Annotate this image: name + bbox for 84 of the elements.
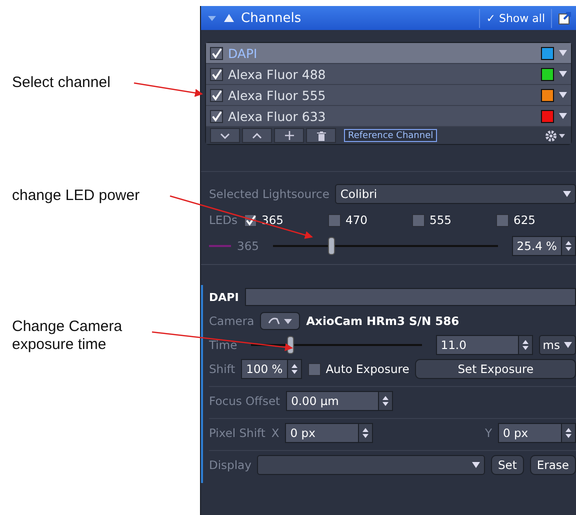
annotation-text: Select channel xyxy=(12,74,110,92)
unit-dropdown[interactable]: ms xyxy=(538,335,576,355)
color-swatch[interactable] xyxy=(541,88,554,102)
set-exposure-button[interactable]: Set Exposure xyxy=(415,359,576,379)
focus-offset-field[interactable]: 0.00 µm xyxy=(286,391,394,411)
shift-label: Shift xyxy=(209,362,236,376)
caret-icon[interactable] xyxy=(559,113,567,119)
led-checkbox[interactable]: 625 xyxy=(496,213,574,227)
y-field[interactable]: 0 px xyxy=(498,423,576,443)
spinner-arrows-icon[interactable] xyxy=(565,427,572,439)
led-checkbox[interactable]: 470 xyxy=(328,213,406,227)
spinner-arrows-icon[interactable] xyxy=(362,427,370,439)
color-swatch[interactable] xyxy=(541,110,554,122)
triangle-icon xyxy=(223,13,235,23)
channel-name-field[interactable] xyxy=(244,288,576,306)
led-checkbox[interactable]: 555 xyxy=(412,213,490,227)
camera-menu-button[interactable] xyxy=(260,312,300,330)
caret-icon[interactable] xyxy=(559,71,567,77)
channel-name-label: DAPI xyxy=(209,290,239,304)
annotation-text: Change Camera exposure time xyxy=(12,318,122,354)
leds-label: LEDs xyxy=(209,213,238,227)
auto-exposure-checkbox[interactable]: Auto Exposure xyxy=(308,362,410,376)
shift-field[interactable]: 100 % xyxy=(241,359,302,379)
lightsource-dropdown[interactable]: Colibri xyxy=(335,184,576,204)
slider-thumb[interactable] xyxy=(328,237,336,255)
gear-icon[interactable] xyxy=(545,130,567,142)
checkbox[interactable] xyxy=(210,88,223,102)
annotation-text: change LED power xyxy=(12,187,140,205)
leader-line xyxy=(134,82,203,97)
popout-icon[interactable] xyxy=(558,11,572,25)
led-checkbox[interactable]: 365 xyxy=(244,213,322,227)
chevron-up-icon xyxy=(252,132,262,138)
spinner-arrows-icon[interactable] xyxy=(565,240,572,252)
x-field[interactable]: 0 px xyxy=(285,423,374,443)
color-swatch[interactable] xyxy=(541,46,554,60)
caret-icon[interactable] xyxy=(559,50,567,56)
camera-caret-icon xyxy=(267,315,294,327)
trash-icon xyxy=(316,130,326,140)
move-down-button[interactable] xyxy=(210,128,240,143)
time-field[interactable]: 11.0 xyxy=(436,335,533,355)
plus-icon xyxy=(284,131,294,140)
checkbox[interactable] xyxy=(210,46,223,60)
y-label: Y xyxy=(484,426,492,440)
caret-icon[interactable] xyxy=(472,462,480,468)
channel-row[interactable]: Alexa Fluor 555 xyxy=(206,85,571,106)
panel-title: Channels xyxy=(241,10,302,26)
camera-name: AxioCam HRm3 S/N 586 xyxy=(306,314,460,328)
spinner-arrows-icon[interactable] xyxy=(382,395,390,407)
checkmark-icon xyxy=(244,214,256,226)
channel-name: Alexa Fluor 488 xyxy=(228,66,326,82)
checkmark-icon xyxy=(211,48,222,58)
caret-icon[interactable] xyxy=(564,342,572,348)
focus-offset-label: Focus Offset xyxy=(209,394,280,408)
caret-icon[interactable] xyxy=(563,191,571,197)
show-all-button[interactable]: ✓ Show all xyxy=(479,8,552,28)
led-power-field[interactable]: 25.4 % xyxy=(512,236,576,256)
caret-icon[interactable] xyxy=(559,92,567,98)
delete-button[interactable] xyxy=(306,128,336,143)
channel-row[interactable]: Alexa Fluor 488 xyxy=(206,64,571,85)
checkmark-icon xyxy=(211,68,222,80)
checkmark-icon xyxy=(211,90,222,100)
add-button[interactable] xyxy=(274,128,304,143)
lightsource-label: Selected Lightsource xyxy=(209,187,330,201)
display-label: Display xyxy=(209,458,252,472)
set-button[interactable]: Set xyxy=(491,455,524,475)
channel-name: Alexa Fluor 555 xyxy=(228,88,326,102)
led-slider-label: 365 xyxy=(237,239,259,253)
erase-button[interactable]: Erase xyxy=(530,455,576,475)
spinner-arrows-icon[interactable] xyxy=(522,339,529,351)
pixel-shift-label: Pixel Shift xyxy=(209,426,266,440)
chevron-down-icon xyxy=(220,132,230,138)
channel-name: DAPI xyxy=(228,46,258,60)
checkbox[interactable] xyxy=(210,110,223,122)
camera-label: Camera xyxy=(209,314,254,328)
channel-name: Alexa Fluor 633 xyxy=(228,108,326,124)
reference-channel-button[interactable]: Reference Channel xyxy=(344,129,438,142)
move-up-button[interactable] xyxy=(242,128,272,143)
led-color-line xyxy=(209,245,231,247)
x-label: X xyxy=(271,426,280,440)
spinner-arrows-icon[interactable] xyxy=(290,363,298,375)
checkmark-icon xyxy=(211,110,222,122)
time-label: Time xyxy=(209,338,238,352)
checkbox[interactable] xyxy=(210,68,223,80)
color-swatch[interactable] xyxy=(541,68,554,80)
